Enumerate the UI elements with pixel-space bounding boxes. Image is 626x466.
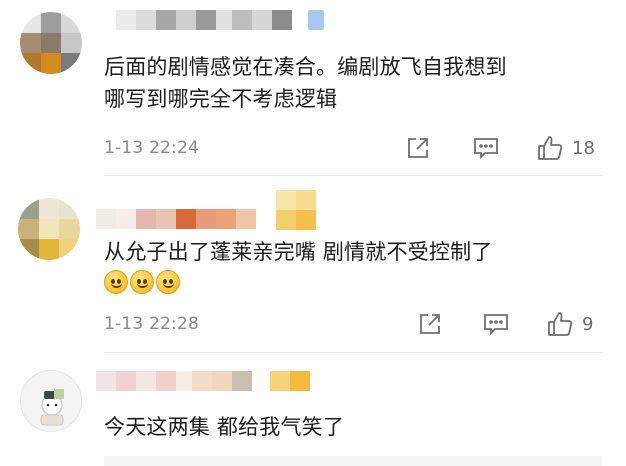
- thumbs-up-icon[interactable]: [546, 310, 574, 338]
- divider: [104, 175, 602, 176]
- avatar[interactable]: [20, 12, 82, 74]
- like-count: 9: [582, 313, 594, 335]
- next-comment-edge: [104, 456, 602, 466]
- avatar[interactable]: [18, 198, 80, 260]
- comment-meta: 1-13 22:28: [104, 312, 199, 336]
- comment-actions: 9: [416, 310, 593, 338]
- comment-text: 从允子出了蓬莱亲完嘴 剧情就不受控制了: [104, 236, 492, 294]
- comment-icon[interactable]: [482, 310, 510, 338]
- emoji-row: [104, 270, 492, 294]
- thumbs-up-icon[interactable]: [536, 134, 564, 162]
- avatar-illustration-icon: [40, 389, 64, 426]
- username-blurred[interactable]: [96, 370, 310, 392]
- timestamp: 1-13 22:24: [104, 138, 199, 158]
- like-button[interactable]: 9: [546, 310, 593, 338]
- smile-emoji-icon: [104, 270, 128, 294]
- comment-item: 后面的剧情感觉在凑合。编剧放飞自我想到 哪写到哪完全不考虑逻辑 1-13 22:…: [0, 0, 626, 176]
- divider: [104, 352, 602, 353]
- smile-emoji-icon: [130, 270, 154, 294]
- smile-emoji-icon: [156, 270, 180, 294]
- comment-actions: 18: [404, 134, 595, 162]
- comment-text: 今天这两集 都给我气笑了: [104, 415, 345, 439]
- like-button[interactable]: 18: [536, 134, 595, 162]
- comment-item: 今天这两集 都给我气笑了: [0, 360, 626, 466]
- comment-meta: 1-13 22:24: [104, 136, 199, 160]
- username-blurred[interactable]: [116, 9, 324, 31]
- like-count: 18: [572, 137, 595, 159]
- username-blurred[interactable]: [96, 190, 316, 230]
- avatar[interactable]: [20, 370, 82, 432]
- timestamp: 1-13 22:28: [104, 314, 199, 334]
- comment-item: 从允子出了蓬莱亲完嘴 剧情就不受控制了 1-13 22:28 9: [0, 180, 626, 353]
- verified-badge-icon: [308, 10, 324, 30]
- comment-icon[interactable]: [472, 134, 500, 162]
- comment-text: 后面的剧情感觉在凑合。编剧放飞自我想到 哪写到哪完全不考虑逻辑: [104, 55, 507, 111]
- share-icon[interactable]: [416, 310, 444, 338]
- share-icon[interactable]: [404, 134, 432, 162]
